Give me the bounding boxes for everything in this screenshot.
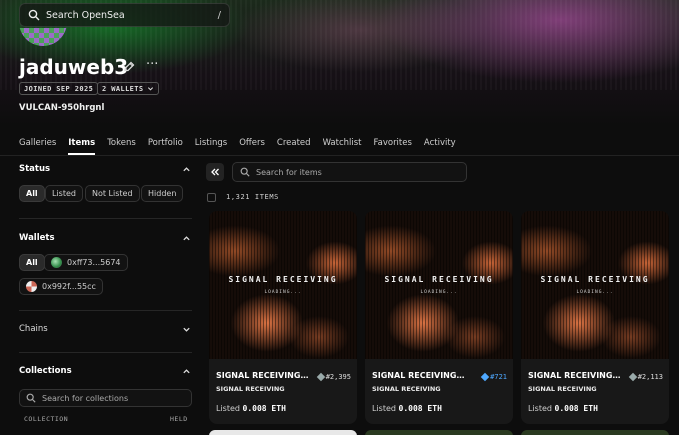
joined-badge: JOINED SEP 2025 <box>19 82 99 95</box>
search-shortcut-hint: / <box>217 9 221 21</box>
collapse-sidebar-button[interactable] <box>206 163 224 181</box>
more-options-icon[interactable]: ··· <box>146 58 160 74</box>
pencil-icon[interactable] <box>122 60 136 74</box>
wallet-avatar-icon <box>51 257 62 268</box>
tab-items[interactable]: Items <box>68 136 95 155</box>
item-card-peek[interactable] <box>365 430 513 435</box>
wallet-avatar-icon <box>26 281 37 292</box>
item-art-subtitle: LOADING... <box>264 290 302 295</box>
item-art-title: SIGNAL RECEIVING <box>540 275 650 284</box>
item-card[interactable]: SIGNAL RECEIVING LOADING... SIGNAL RECEI… <box>209 211 357 424</box>
items-search-placeholder: Search for items <box>256 167 322 177</box>
status-filter-hidden[interactable]: Hidden <box>141 185 184 202</box>
sidebar-divider <box>19 218 192 219</box>
wallets-dropdown-label: 2 WALLETS <box>102 84 144 93</box>
items-search-input[interactable]: Search for items <box>232 162 467 182</box>
wallet-filter-item[interactable]: 0xff73...5674 <box>44 254 128 271</box>
collections-search-input[interactable]: Search for collections <box>19 389 192 407</box>
select-all-checkbox[interactable] <box>207 193 216 202</box>
profile-name: jaduweb3 <box>19 55 129 79</box>
held-column-header: HELD <box>170 415 188 423</box>
tab-favorites[interactable]: Favorites <box>374 136 412 155</box>
wallets-dropdown[interactable]: 2 WALLETS <box>97 82 159 95</box>
tab-activity[interactable]: Activity <box>424 136 456 155</box>
item-price: Listed 0.008 ETH <box>372 404 442 413</box>
item-price: Listed 0.008 ETH <box>216 404 286 413</box>
chevron-up-icon[interactable] <box>182 367 191 376</box>
item-art-title: SIGNAL RECEIVING <box>228 275 338 284</box>
double-chevron-left-icon <box>211 168 219 176</box>
collections-search-placeholder: Search for collections <box>42 393 129 403</box>
item-image[interactable]: SIGNAL RECEIVING LOADING... <box>209 211 357 359</box>
item-card[interactable]: SIGNAL RECEIVING LOADING... SIGNAL RECEI… <box>365 211 513 424</box>
status-filter-all[interactable]: All <box>19 185 45 202</box>
wallet-address: 0x992f...55cc <box>42 282 96 291</box>
item-price: Listed 0.008 ETH <box>528 404 598 413</box>
sidebar-divider <box>19 352 192 353</box>
chains-section-title[interactable]: Chains <box>19 324 48 334</box>
item-name: SIGNAL RECEIVING #32... <box>372 371 467 380</box>
search-icon <box>240 167 250 177</box>
wallet-display-name: VULCAN-950hrgnl <box>19 103 105 113</box>
item-image[interactable]: SIGNAL RECEIVING LOADING... <box>521 211 669 359</box>
collections-section-title[interactable]: Collections <box>19 366 72 376</box>
search-icon <box>28 9 40 21</box>
item-card-peek[interactable] <box>209 430 357 435</box>
search-placeholder: Search OpenSea <box>46 9 125 21</box>
chevron-down-icon <box>147 87 153 91</box>
item-art-title: SIGNAL RECEIVING <box>384 275 494 284</box>
item-collection-name[interactable]: SIGNAL RECEIVING <box>216 385 285 393</box>
status-section-title[interactable]: Status <box>19 164 50 174</box>
rarity-rank-badge: #2,113 <box>628 371 663 383</box>
tab-portfolio[interactable]: Portfolio <box>148 136 183 155</box>
item-image[interactable]: SIGNAL RECEIVING LOADING... <box>365 211 513 359</box>
sidebar-divider <box>19 310 192 311</box>
item-card-peek[interactable] <box>521 430 669 435</box>
chevron-up-icon[interactable] <box>182 234 191 243</box>
item-art-subtitle: LOADING... <box>576 290 614 295</box>
global-search-input[interactable]: Search OpenSea / <box>19 3 230 27</box>
item-count: 1,321 ITEMS <box>226 193 279 201</box>
profile-tabs: Galleries Items Tokens Portfolio Listing… <box>19 136 468 155</box>
tab-galleries[interactable]: Galleries <box>19 136 56 155</box>
status-filter-listed[interactable]: Listed <box>45 185 83 202</box>
status-filter-not-listed[interactable]: Not Listed <box>85 185 140 202</box>
item-art-subtitle: LOADING... <box>420 290 458 295</box>
tab-listings[interactable]: Listings <box>195 136 227 155</box>
search-icon <box>26 393 36 403</box>
profile-page: Search OpenSea / jaduweb3 ··· JOINED SEP… <box>0 0 679 435</box>
tab-created[interactable]: Created <box>277 136 311 155</box>
item-name: SIGNAL RECEIVING #... <box>216 371 311 380</box>
wallet-address: 0xff73...5674 <box>67 258 121 267</box>
item-collection-name[interactable]: SIGNAL RECEIVING <box>528 385 597 393</box>
diamond-icon <box>480 372 490 382</box>
chevron-up-icon[interactable] <box>182 165 191 174</box>
chevron-down-icon[interactable] <box>182 325 191 334</box>
tab-offers[interactable]: Offers <box>239 136 265 155</box>
item-collection-name[interactable]: SIGNAL RECEIVING <box>372 385 441 393</box>
tab-tokens[interactable]: Tokens <box>107 136 136 155</box>
diamond-icon <box>316 372 325 382</box>
tabs-divider <box>0 155 679 156</box>
item-name: SIGNAL RECEIVING #... <box>528 371 623 380</box>
item-card[interactable]: SIGNAL RECEIVING LOADING... SIGNAL RECEI… <box>521 211 669 424</box>
wallet-filter-item[interactable]: 0x992f...55cc <box>19 278 103 295</box>
rarity-rank-badge: #721 <box>480 371 507 383</box>
diamond-icon <box>628 372 637 382</box>
wallets-section-title[interactable]: Wallets <box>19 233 55 243</box>
rarity-rank-badge: #2,395 <box>316 371 351 383</box>
wallet-filter-all[interactable]: All <box>19 254 45 271</box>
collection-column-header: COLLECTION <box>24 415 69 423</box>
tab-watchlist[interactable]: Watchlist <box>323 136 362 155</box>
